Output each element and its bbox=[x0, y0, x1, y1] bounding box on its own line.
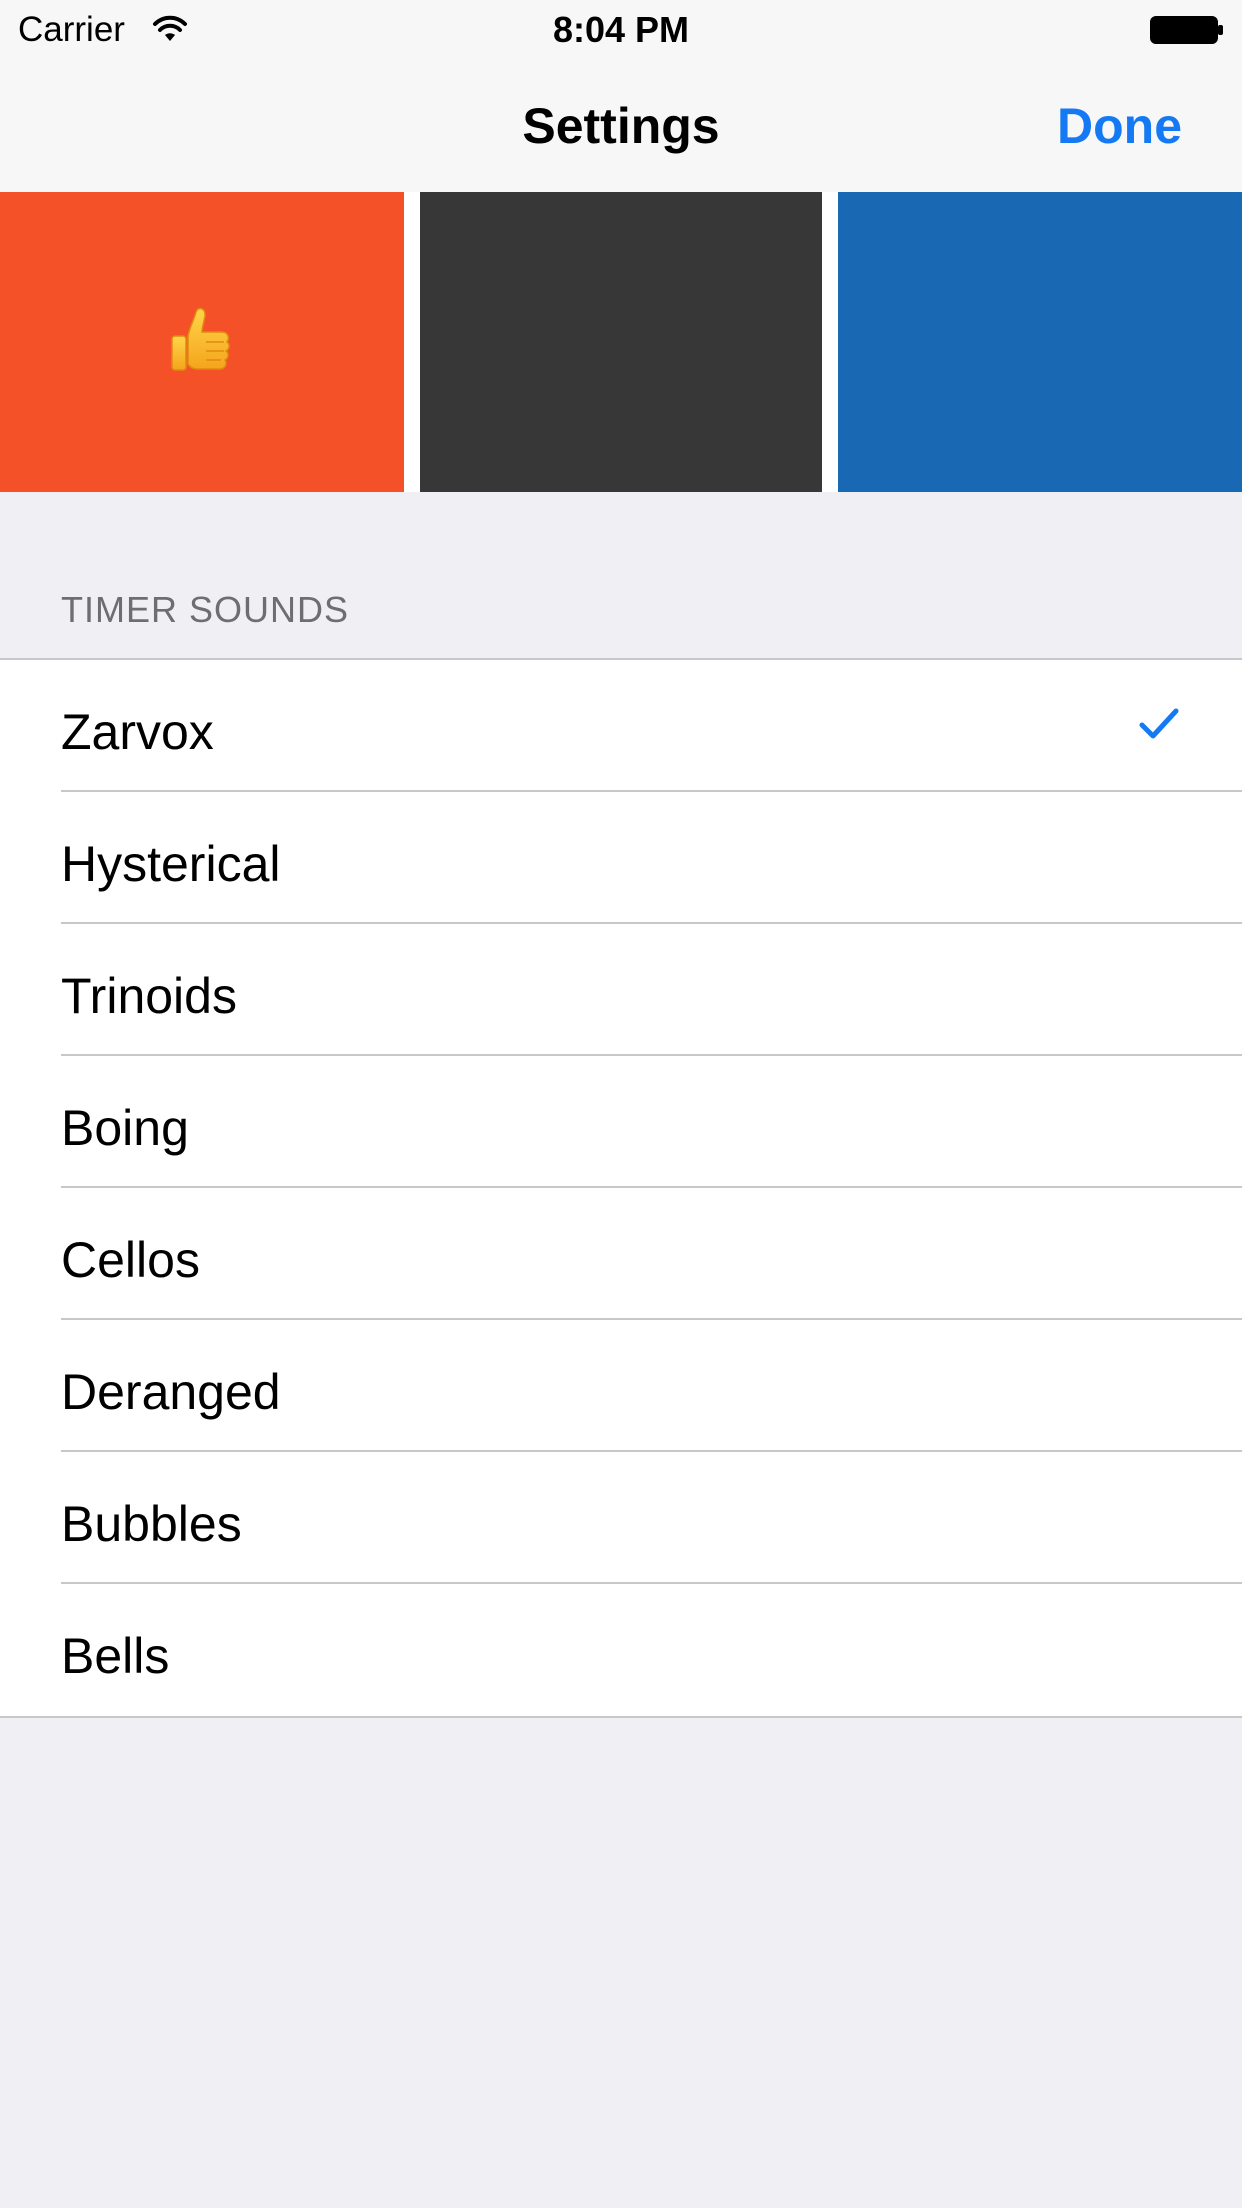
list-item-label: Bells bbox=[61, 1628, 170, 1684]
list-item-label: Bubbles bbox=[61, 1496, 242, 1552]
page-title: Settings bbox=[522, 98, 720, 154]
status-bar: Carrier 8:04 PM bbox=[0, 0, 1242, 60]
list-item[interactable]: Bubbles bbox=[0, 1452, 1242, 1584]
color-swatch-blue[interactable] bbox=[838, 192, 1242, 492]
list-item-label: Trinoids bbox=[61, 968, 237, 1024]
list-item[interactable]: Deranged bbox=[0, 1320, 1242, 1452]
swatch-divider bbox=[404, 192, 420, 492]
list-item-label: Hysterical bbox=[61, 836, 281, 892]
done-button[interactable]: Done bbox=[1057, 98, 1182, 154]
checkmark-icon bbox=[1139, 708, 1179, 739]
list-item[interactable]: Bells bbox=[0, 1584, 1242, 1716]
swatch-divider bbox=[822, 192, 838, 492]
navigation-bar: Settings Done bbox=[0, 60, 1242, 192]
list-item[interactable]: Zarvox bbox=[0, 660, 1242, 792]
list-item[interactable]: Cellos bbox=[0, 1188, 1242, 1320]
list-item-label: Deranged bbox=[61, 1364, 281, 1420]
color-swatch-orange[interactable] bbox=[0, 192, 404, 492]
list-item[interactable]: Trinoids bbox=[0, 924, 1242, 1056]
list-item-label: Cellos bbox=[61, 1232, 200, 1288]
status-time: 8:04 PM bbox=[552, 9, 690, 50]
battery-icon bbox=[1150, 16, 1223, 44]
timer-sounds-list: Zarvox Hysterical Trinoids Boing Cellos … bbox=[0, 658, 1242, 1718]
color-swatch-picker bbox=[0, 192, 1242, 492]
list-item[interactable]: Boing bbox=[0, 1056, 1242, 1188]
list-item[interactable]: Hysterical bbox=[0, 792, 1242, 924]
color-swatch-dark[interactable] bbox=[420, 192, 822, 492]
thumbs-up-icon bbox=[171, 307, 230, 371]
section-header-timer-sounds: TIMER SOUNDS bbox=[61, 589, 350, 630]
list-item-label: Boing bbox=[61, 1100, 189, 1156]
list-item-label: Zarvox bbox=[61, 704, 214, 760]
